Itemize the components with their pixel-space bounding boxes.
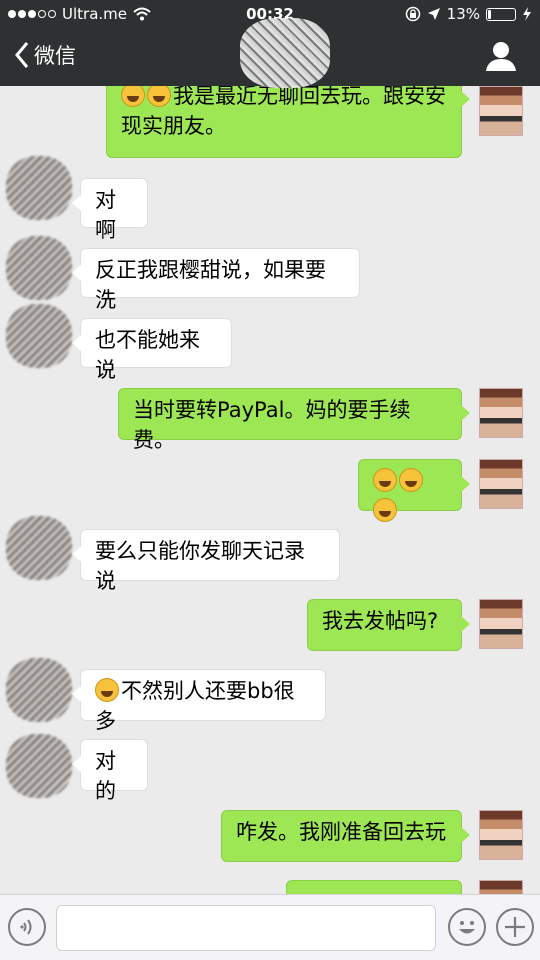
lock-rotation-icon	[405, 6, 420, 22]
my-avatar[interactable]	[479, 880, 523, 894]
message-line: 不然别人还要bb很多	[95, 679, 295, 733]
message-text: 我去发帖吗?	[322, 606, 447, 636]
contact-avatar[interactable]	[6, 236, 72, 300]
laughing-emoji-icon	[399, 468, 423, 492]
message-text	[373, 466, 447, 526]
received-message-bubble[interactable]: 对啊	[72, 178, 148, 242]
laughing-emoji-icon	[121, 86, 145, 107]
charging-icon	[523, 7, 531, 21]
message-line: 现实朋友。	[121, 114, 226, 138]
received-message-bubble[interactable]: 不然别人还要bb很多	[72, 669, 326, 733]
contact-avatar[interactable]	[6, 516, 72, 580]
my-avatar[interactable]	[479, 86, 523, 136]
laughing-emoji-icon	[373, 498, 397, 522]
battery-percent: 13%	[446, 5, 480, 23]
my-avatar[interactable]	[479, 388, 523, 438]
message-line: 对的	[95, 749, 116, 803]
message-text: 咋发。我刚准备回去玩	[236, 817, 447, 847]
my-avatar[interactable]	[479, 459, 523, 509]
message-text: 我是最近无聊回去玩。跟安安	[121, 86, 447, 111]
message-line: 咋发。我刚准备回去玩	[236, 820, 446, 844]
contact-avatar[interactable]	[6, 734, 72, 798]
message-input[interactable]	[56, 905, 436, 951]
top-bar: Ultra.me 00:32 13% 微信	[0, 0, 540, 88]
message-text: 对啊	[95, 185, 133, 245]
message-text: 现实朋友。	[121, 111, 447, 141]
message-text: 当时要转PayPal。妈的要手续费。	[133, 395, 447, 455]
message-text: 不然别人还要bb很多	[95, 676, 311, 736]
message-line: 当时要转PayPal。妈的要手续费。	[133, 398, 411, 452]
battery-icon	[486, 7, 516, 21]
message-line: 我去发帖吗?	[322, 609, 439, 633]
message-text: 对的	[95, 746, 133, 806]
message-line: 对啊	[95, 188, 116, 242]
contact-avatar[interactable]	[6, 304, 72, 368]
profile-icon[interactable]	[484, 40, 518, 72]
message-text: 也不能她来说	[95, 325, 217, 385]
location-icon	[427, 8, 440, 20]
sent-message-bubble[interactable]: 咋发。我刚准备回去玩	[221, 810, 470, 862]
laughing-emoji-icon	[373, 468, 397, 492]
my-avatar[interactable]	[479, 810, 523, 860]
emoji-button[interactable]	[448, 908, 486, 946]
message-line: 我是最近无聊回去玩。跟安安	[173, 86, 446, 108]
input-bar	[0, 894, 540, 960]
plus-button[interactable]	[496, 908, 534, 946]
my-avatar[interactable]	[479, 599, 523, 649]
voice-button[interactable]	[8, 908, 46, 946]
plus-icon	[505, 917, 525, 937]
emoji-icon	[459, 921, 475, 934]
sent-message-bubble[interactable]: 我是最近无聊回去玩。跟安安现实朋友。	[106, 86, 470, 158]
sent-message-bubble[interactable]	[358, 459, 470, 522]
back-chevron-icon	[15, 42, 29, 68]
contact-avatar[interactable]	[6, 658, 72, 722]
received-message-bubble[interactable]: 反正我跟樱甜说，如果要洗	[72, 248, 360, 312]
voice-icon	[20, 919, 32, 935]
message-line: 反正我跟樱甜说，如果要洗	[95, 258, 326, 312]
message-line: 要么只能你发聊天记录说	[95, 539, 305, 593]
laughing-emoji-icon	[95, 678, 119, 702]
received-message-bubble[interactable]: 要么只能你发聊天记录说	[72, 529, 340, 593]
back-label: 微信	[34, 44, 76, 68]
redacted-title	[240, 18, 330, 88]
message-text: 要么只能你发聊天记录说	[95, 536, 325, 596]
message-text: 反正我跟樱甜说，如果要洗	[95, 255, 345, 315]
sent-message-bubble[interactable]: 当时要转PayPal。妈的要手续费。	[118, 388, 470, 452]
contact-avatar[interactable]	[6, 156, 72, 220]
message-line: 也不能她来说	[95, 328, 200, 382]
chat-area[interactable]: 我是最近无聊回去玩。跟安安现实朋友。对啊反正我跟樱甜说，如果要洗 也不能她来说当时…	[0, 86, 540, 894]
received-message-bubble[interactable]: 对的	[72, 739, 148, 803]
back-button[interactable]: 微信	[14, 40, 76, 70]
sent-message-bubble[interactable]	[286, 880, 462, 894]
received-message-bubble[interactable]: 也不能她来说	[72, 318, 232, 382]
sent-message-bubble[interactable]: 我去发帖吗?	[307, 599, 470, 651]
laughing-emoji-icon	[147, 86, 171, 107]
